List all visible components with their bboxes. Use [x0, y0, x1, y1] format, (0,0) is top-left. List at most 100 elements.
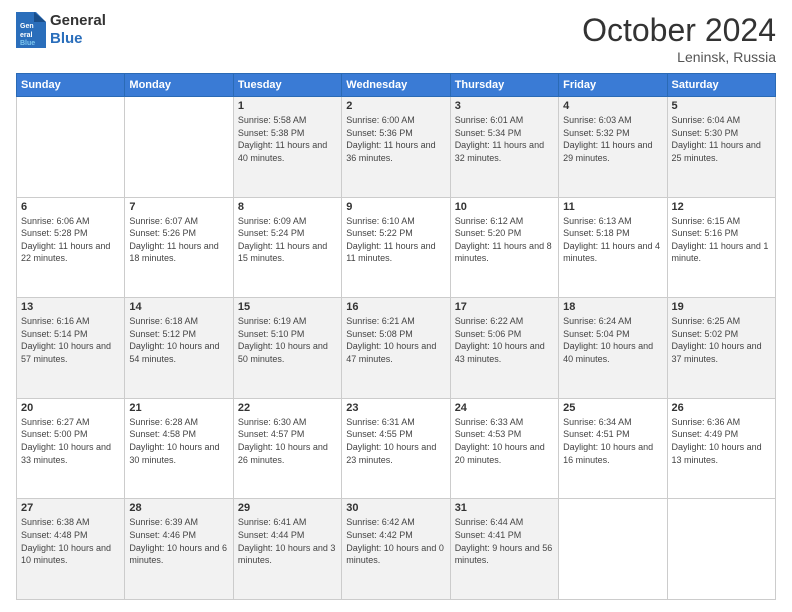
- day-number: 23: [346, 402, 445, 414]
- table-row: 7 Sunrise: 6:07 AM Sunset: 5:26 PM Daylig…: [125, 197, 233, 298]
- col-tuesday: Tuesday: [233, 74, 341, 97]
- day-info: Sunrise: 6:34 AM Sunset: 4:51 PM Dayligh…: [563, 416, 662, 466]
- day-info: Sunrise: 6:19 AM Sunset: 5:10 PM Dayligh…: [238, 315, 337, 365]
- header: Gen eral Blue General Blue October 2024 …: [16, 12, 776, 65]
- day-number: 7: [129, 201, 228, 213]
- location-title: Leninsk, Russia: [582, 49, 776, 65]
- day-info: Sunrise: 6:21 AM Sunset: 5:08 PM Dayligh…: [346, 315, 445, 365]
- day-info: Sunrise: 6:00 AM Sunset: 5:36 PM Dayligh…: [346, 114, 445, 164]
- table-row: 20 Sunrise: 6:27 AM Sunset: 5:00 PM Dayli…: [17, 398, 125, 499]
- table-row: 8 Sunrise: 6:09 AM Sunset: 5:24 PM Daylig…: [233, 197, 341, 298]
- table-row: 21Sunrise: 6:28 AM Sunset: 4:58 PM Dayli…: [125, 398, 233, 499]
- table-row: 16 Sunrise: 6:21 AM Sunset: 5:08 PM Dayli…: [342, 298, 450, 399]
- day-info: Sunrise: 6:44 AM Sunset: 4:41 PM Dayligh…: [455, 516, 554, 566]
- day-number: 2: [346, 100, 445, 112]
- day-number: 28: [129, 502, 228, 514]
- svg-text:Gen: Gen: [20, 23, 34, 30]
- table-row: 13 Sunrise: 6:16 AM Sunset: 5:14 PM Dayli…: [17, 298, 125, 399]
- table-row: 29 Sunrise: 6:41 AM Sunset: 4:44 PM Dayli…: [233, 499, 341, 600]
- day-number: 13: [21, 301, 120, 313]
- calendar-header-row: Sunday Monday Tuesday Wednesday Thursday…: [17, 74, 776, 97]
- table-row: [667, 499, 775, 600]
- col-friday: Friday: [559, 74, 667, 97]
- day-number: 16: [346, 301, 445, 313]
- calendar-week-row: 6Sunrise: 6:06 AM Sunset: 5:28 PM Daylig…: [17, 197, 776, 298]
- day-info: Sunrise: 6:38 AM Sunset: 4:48 PM Dayligh…: [21, 516, 120, 566]
- day-number: 1: [238, 100, 337, 112]
- table-row: [559, 499, 667, 600]
- table-row: [17, 97, 125, 198]
- day-info: Sunrise: 6:10 AM Sunset: 5:22 PM Dayligh…: [346, 215, 445, 265]
- calendar-table: Sunday Monday Tuesday Wednesday Thursday…: [16, 73, 776, 600]
- table-row: 6Sunrise: 6:06 AM Sunset: 5:28 PM Daylig…: [17, 197, 125, 298]
- table-row: 30 Sunrise: 6:42 AM Sunset: 4:42 PM Dayli…: [342, 499, 450, 600]
- month-title: October 2024: [582, 12, 776, 49]
- day-number: 9: [346, 201, 445, 213]
- calendar-week-row: 1 Sunrise: 5:58 AM Sunset: 5:38 PM Daylig…: [17, 97, 776, 198]
- day-info: Sunrise: 6:27 AM Sunset: 5:00 PM Dayligh…: [21, 416, 120, 466]
- table-row: 15 Sunrise: 6:19 AM Sunset: 5:10 PM Dayli…: [233, 298, 341, 399]
- day-number: 18: [563, 301, 662, 313]
- day-info: Sunrise: 6:41 AM Sunset: 4:44 PM Dayligh…: [238, 516, 337, 566]
- day-info: Sunrise: 6:42 AM Sunset: 4:42 PM Dayligh…: [346, 516, 445, 566]
- day-info: Sunrise: 5:58 AM Sunset: 5:38 PM Dayligh…: [238, 114, 337, 164]
- day-info: Sunrise: 6:22 AM Sunset: 5:06 PM Dayligh…: [455, 315, 554, 365]
- day-number: 5: [672, 100, 771, 112]
- table-row: 12 Sunrise: 6:15 AM Sunset: 5:16 PM Dayli…: [667, 197, 775, 298]
- day-info: Sunrise: 6:09 AM Sunset: 5:24 PM Dayligh…: [238, 215, 337, 265]
- logo: Gen eral Blue General Blue: [16, 12, 106, 48]
- day-number: 25: [563, 402, 662, 414]
- col-saturday: Saturday: [667, 74, 775, 97]
- day-number: 6: [21, 201, 120, 213]
- table-row: 11Sunrise: 6:13 AM Sunset: 5:18 PM Dayli…: [559, 197, 667, 298]
- calendar-week-row: 27 Sunrise: 6:38 AM Sunset: 4:48 PM Dayli…: [17, 499, 776, 600]
- logo-icon: Gen eral Blue: [16, 12, 46, 48]
- day-info: Sunrise: 6:03 AM Sunset: 5:32 PM Dayligh…: [563, 114, 662, 164]
- day-number: 12: [672, 201, 771, 213]
- table-row: 25 Sunrise: 6:34 AM Sunset: 4:51 PM Dayli…: [559, 398, 667, 499]
- day-number: 8: [238, 201, 337, 213]
- day-number: 31: [455, 502, 554, 514]
- table-row: 10Sunrise: 6:12 AM Sunset: 5:20 PM Dayli…: [450, 197, 558, 298]
- day-number: 30: [346, 502, 445, 514]
- svg-text:Blue: Blue: [20, 40, 35, 47]
- day-info: Sunrise: 6:28 AM Sunset: 4:58 PM Dayligh…: [129, 416, 228, 466]
- day-info: Sunrise: 6:25 AM Sunset: 5:02 PM Dayligh…: [672, 315, 771, 365]
- day-info: Sunrise: 6:04 AM Sunset: 5:30 PM Dayligh…: [672, 114, 771, 164]
- col-thursday: Thursday: [450, 74, 558, 97]
- table-row: 31 Sunrise: 6:44 AM Sunset: 4:41 PM Dayli…: [450, 499, 558, 600]
- table-row: 28Sunrise: 6:39 AM Sunset: 4:46 PM Dayli…: [125, 499, 233, 600]
- table-row: 5 Sunrise: 6:04 AM Sunset: 5:30 PM Daylig…: [667, 97, 775, 198]
- day-info: Sunrise: 6:12 AM Sunset: 5:20 PM Dayligh…: [455, 215, 554, 265]
- day-number: 15: [238, 301, 337, 313]
- calendar-week-row: 13 Sunrise: 6:16 AM Sunset: 5:14 PM Dayli…: [17, 298, 776, 399]
- table-row: 27 Sunrise: 6:38 AM Sunset: 4:48 PM Dayli…: [17, 499, 125, 600]
- table-row: 3 Sunrise: 6:01 AM Sunset: 5:34 PM Daylig…: [450, 97, 558, 198]
- day-number: 19: [672, 301, 771, 313]
- day-info: Sunrise: 6:30 AM Sunset: 4:57 PM Dayligh…: [238, 416, 337, 466]
- day-number: 3: [455, 100, 554, 112]
- day-number: 17: [455, 301, 554, 313]
- table-row: 2 Sunrise: 6:00 AM Sunset: 5:36 PM Daylig…: [342, 97, 450, 198]
- day-number: 20: [21, 402, 120, 414]
- table-row: 24Sunrise: 6:33 AM Sunset: 4:53 PM Dayli…: [450, 398, 558, 499]
- day-info: Sunrise: 6:15 AM Sunset: 5:16 PM Dayligh…: [672, 215, 771, 265]
- table-row: 26Sunrise: 6:36 AM Sunset: 4:49 PM Dayli…: [667, 398, 775, 499]
- day-info: Sunrise: 6:33 AM Sunset: 4:53 PM Dayligh…: [455, 416, 554, 466]
- day-info: Sunrise: 6:24 AM Sunset: 5:04 PM Dayligh…: [563, 315, 662, 365]
- day-number: 26: [672, 402, 771, 414]
- table-row: 9 Sunrise: 6:10 AM Sunset: 5:22 PM Daylig…: [342, 197, 450, 298]
- day-info: Sunrise: 6:31 AM Sunset: 4:55 PM Dayligh…: [346, 416, 445, 466]
- day-number: 27: [21, 502, 120, 514]
- day-info: Sunrise: 6:07 AM Sunset: 5:26 PM Dayligh…: [129, 215, 228, 265]
- page: Gen eral Blue General Blue October 2024 …: [0, 0, 792, 612]
- day-number: 29: [238, 502, 337, 514]
- table-row: 18 Sunrise: 6:24 AM Sunset: 5:04 PM Dayli…: [559, 298, 667, 399]
- table-row: 22Sunrise: 6:30 AM Sunset: 4:57 PM Dayli…: [233, 398, 341, 499]
- day-info: Sunrise: 6:16 AM Sunset: 5:14 PM Dayligh…: [21, 315, 120, 365]
- col-wednesday: Wednesday: [342, 74, 450, 97]
- table-row: 17 Sunrise: 6:22 AM Sunset: 5:06 PM Dayli…: [450, 298, 558, 399]
- title-block: October 2024 Leninsk, Russia: [582, 12, 776, 65]
- day-info: Sunrise: 6:01 AM Sunset: 5:34 PM Dayligh…: [455, 114, 554, 164]
- col-monday: Monday: [125, 74, 233, 97]
